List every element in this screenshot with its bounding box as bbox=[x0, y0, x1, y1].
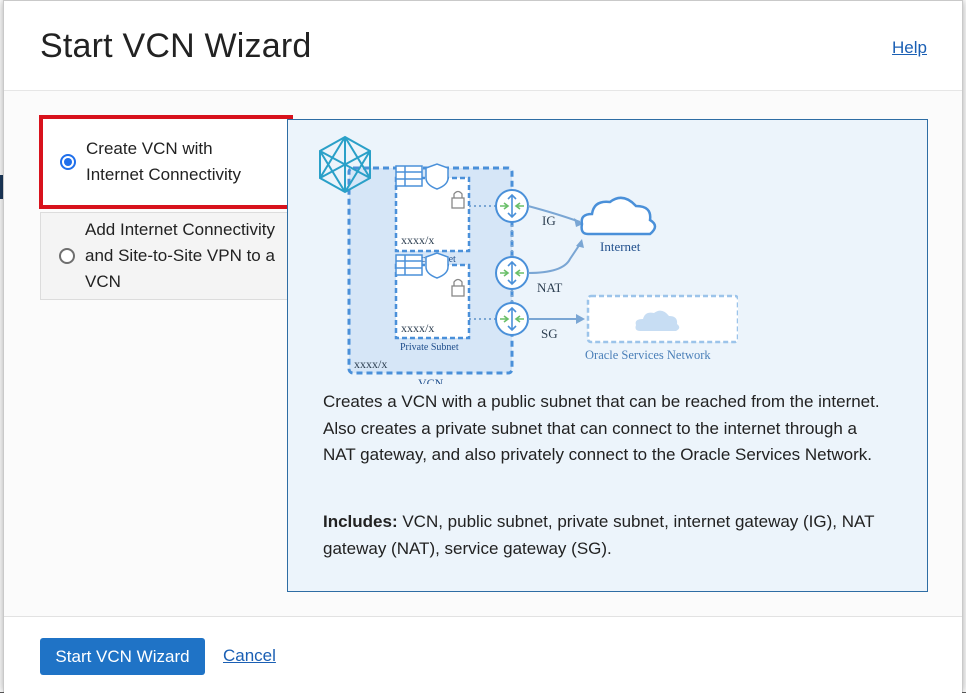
dialog-header: Start VCN Wizard Help bbox=[4, 1, 962, 91]
route-table-icon bbox=[395, 254, 423, 276]
security-shield-icon bbox=[425, 252, 449, 279]
dialog-footer: Start VCN Wizard Cancel bbox=[4, 616, 962, 693]
nat-label: NAT bbox=[537, 280, 562, 295]
option-label: Add Internet Connectivity and Site-to-Si… bbox=[85, 220, 275, 291]
vcn-label: VCN bbox=[418, 376, 444, 384]
option-details-panel: xxxx/x Public Subnet xxxx/x Private Subn… bbox=[287, 119, 928, 592]
dialog-title: Start VCN Wizard bbox=[40, 27, 312, 65]
vcn-cidr: xxxx/x bbox=[354, 357, 387, 371]
public-subnet-cidr: xxxx/x bbox=[401, 233, 434, 247]
oracle-services-network-label: Oracle Services Network bbox=[585, 348, 711, 362]
private-subnet-cidr: xxxx/x bbox=[401, 321, 434, 335]
service-gateway-icon bbox=[495, 302, 529, 336]
includes-text: VCN, public subnet, private subnet, inte… bbox=[323, 512, 875, 558]
cancel-link[interactable]: Cancel bbox=[223, 646, 276, 666]
option-label: Create VCN with Internet Connectivity bbox=[86, 139, 241, 184]
internet-label: Internet bbox=[600, 239, 641, 254]
help-link[interactable]: Help bbox=[892, 38, 927, 58]
radio-create-vcn-internet[interactable] bbox=[60, 154, 76, 170]
route-table-icon bbox=[395, 165, 423, 187]
radio-add-internet-vpn[interactable] bbox=[59, 248, 75, 264]
option-description: Creates a VCN with a public subnet that … bbox=[323, 392, 880, 464]
includes-label: Includes: bbox=[323, 512, 398, 531]
vcn-architecture-diagram: xxxx/x Public Subnet xxxx/x Private Subn… bbox=[319, 135, 738, 384]
dialog-body: Create VCN with Internet Connectivity Ad… bbox=[4, 91, 962, 616]
internet-cloud-icon bbox=[580, 196, 657, 236]
ig-label: IG bbox=[542, 213, 556, 228]
nat-gateway-icon bbox=[495, 256, 529, 290]
private-subnet-label: Private Subnet bbox=[400, 342, 459, 353]
start-vcn-wizard-dialog: Start VCN Wizard Help Create VCN with In… bbox=[3, 0, 963, 693]
internet-gateway-icon bbox=[495, 189, 529, 223]
option-create-vcn-internet[interactable]: Create VCN with Internet Connectivity bbox=[39, 115, 293, 209]
option-add-internet-vpn[interactable]: Add Internet Connectivity and Site-to-Si… bbox=[40, 212, 290, 300]
sg-label: SG bbox=[541, 326, 558, 341]
security-shield-icon bbox=[425, 163, 449, 190]
start-vcn-wizard-button[interactable]: Start VCN Wizard bbox=[40, 638, 205, 675]
option-includes: Includes: VCN, public subnet, private su… bbox=[323, 509, 883, 562]
